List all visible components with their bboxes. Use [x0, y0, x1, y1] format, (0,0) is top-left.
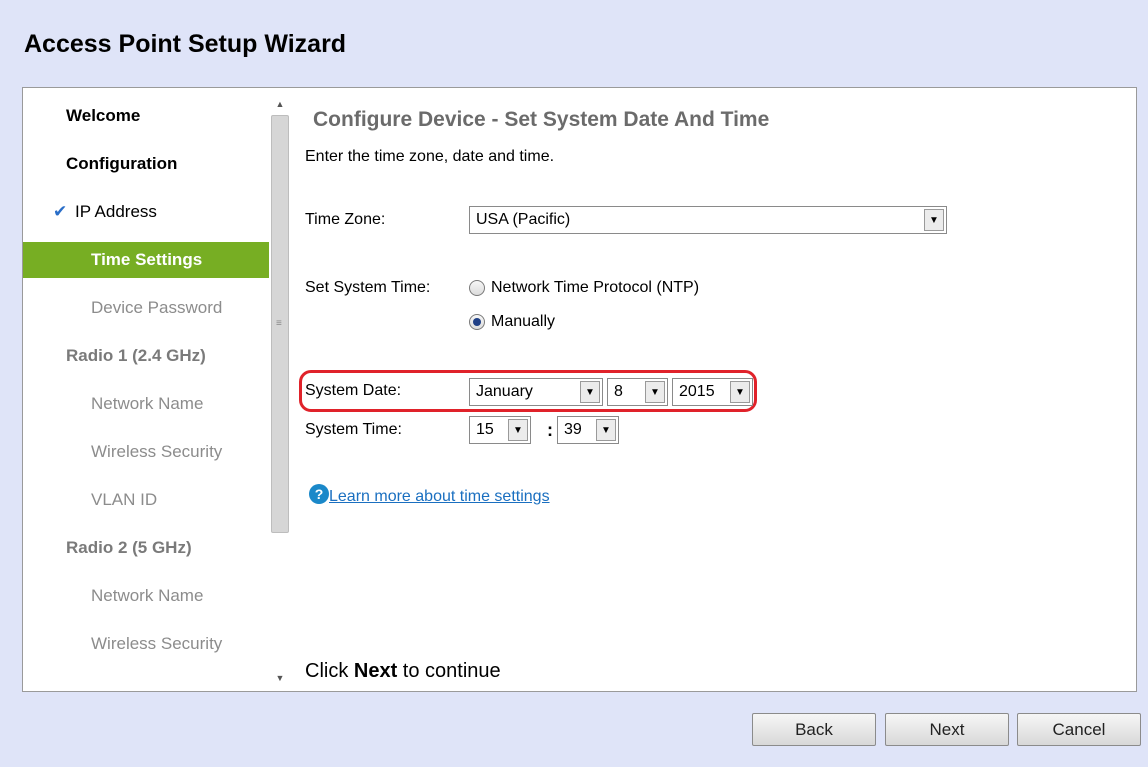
- page-title: Configure Device - Set System Date And T…: [313, 108, 770, 131]
- learn-more-link-text[interactable]: Learn more about time settings: [329, 488, 550, 506]
- manual-radio-label: Manually: [491, 313, 556, 330]
- wizard-panel: Welcome Configuration ✔ IP Address Time …: [22, 87, 1137, 692]
- next-button[interactable]: Next: [885, 713, 1009, 746]
- learn-more-link[interactable]: ? Learn more about time settings: [309, 482, 550, 506]
- year-value: 2015: [679, 383, 715, 400]
- check-icon: ✔: [53, 202, 68, 221]
- footer-prefix: Click: [305, 660, 354, 682]
- manual-radio-option[interactable]: Manually: [469, 313, 555, 331]
- sidebar-item-vlan-id[interactable]: VLAN ID: [23, 482, 269, 518]
- chevron-down-icon[interactable]: ▼: [730, 381, 750, 403]
- time-separator: :: [547, 420, 553, 440]
- month-select[interactable]: January ▼: [469, 378, 603, 406]
- sidebar-item-wireless-security-2[interactable]: Wireless Security: [23, 626, 269, 662]
- footer-suffix: to continue: [397, 660, 501, 682]
- minute-value: 39: [564, 421, 582, 438]
- hour-value: 15: [476, 421, 494, 438]
- time-zone-label: Time Zone:: [305, 211, 386, 228]
- sidebar-scrollbar[interactable]: ▲ ≡ ▼: [270, 96, 290, 686]
- footer-emphasis: Next: [353, 660, 398, 682]
- chevron-down-icon[interactable]: ▼: [580, 381, 600, 403]
- minute-select[interactable]: 39 ▼: [557, 416, 619, 444]
- sidebar-item-network-name-1[interactable]: Network Name: [23, 386, 269, 422]
- sidebar-item-time-settings[interactable]: Time Settings: [23, 242, 269, 278]
- time-zone-select[interactable]: USA (Pacific) ▼: [469, 206, 947, 234]
- sidebar-item-ip-address[interactable]: ✔ IP Address: [23, 194, 269, 230]
- sidebar-item-wireless-security-1[interactable]: Wireless Security: [23, 434, 269, 470]
- ntp-radio[interactable]: [469, 280, 485, 296]
- chevron-down-icon[interactable]: ▼: [508, 419, 528, 441]
- sidebar-item-radio-1[interactable]: Radio 1 (2.4 GHz): [23, 338, 269, 374]
- help-icon: ?: [309, 484, 329, 504]
- page-description: Enter the time zone, date and time.: [305, 148, 555, 165]
- scroll-up-arrow-icon[interactable]: ▲: [270, 96, 290, 112]
- scrollbar-thumb[interactable]: ≡: [271, 115, 289, 533]
- sidebar-item-radio-2[interactable]: Radio 2 (5 GHz): [23, 530, 269, 566]
- sidebar-item-device-password[interactable]: Device Password: [23, 290, 269, 326]
- scroll-down-arrow-icon[interactable]: ▼: [270, 670, 290, 686]
- day-select[interactable]: 8 ▼: [607, 378, 668, 406]
- sidebar-item-network-name-2[interactable]: Network Name: [23, 578, 269, 614]
- ntp-radio-option[interactable]: Network Time Protocol (NTP): [469, 279, 699, 297]
- set-system-time-label: Set System Time:: [305, 279, 431, 296]
- month-value: January: [476, 383, 533, 400]
- manual-radio[interactable]: [469, 314, 485, 330]
- wizard-content: Configure Device - Set System Date And T…: [299, 88, 1125, 691]
- cancel-button[interactable]: Cancel: [1017, 713, 1141, 746]
- back-button[interactable]: Back: [752, 713, 876, 746]
- system-date-label: System Date:: [305, 382, 402, 399]
- sidebar-item-label: IP Address: [75, 202, 157, 221]
- wizard-sidebar: Welcome Configuration ✔ IP Address Time …: [23, 88, 269, 691]
- time-zone-value: USA (Pacific): [476, 211, 571, 228]
- sidebar-item-configuration[interactable]: Configuration: [23, 146, 269, 182]
- hour-select[interactable]: 15 ▼: [469, 416, 531, 444]
- wizard-title: Access Point Setup Wizard: [24, 30, 347, 58]
- ntp-radio-label: Network Time Protocol (NTP): [491, 279, 700, 296]
- sidebar-item-welcome[interactable]: Welcome: [23, 98, 269, 134]
- chevron-down-icon[interactable]: ▼: [596, 419, 616, 441]
- day-value: 8: [614, 383, 623, 400]
- chevron-down-icon[interactable]: ▼: [924, 209, 944, 231]
- chevron-down-icon[interactable]: ▼: [645, 381, 665, 403]
- grip-icon: ≡: [276, 318, 282, 329]
- year-select[interactable]: 2015 ▼: [672, 378, 753, 406]
- system-time-label: System Time:: [305, 421, 402, 438]
- footer-instruction: Click Next to continue: [305, 660, 501, 683]
